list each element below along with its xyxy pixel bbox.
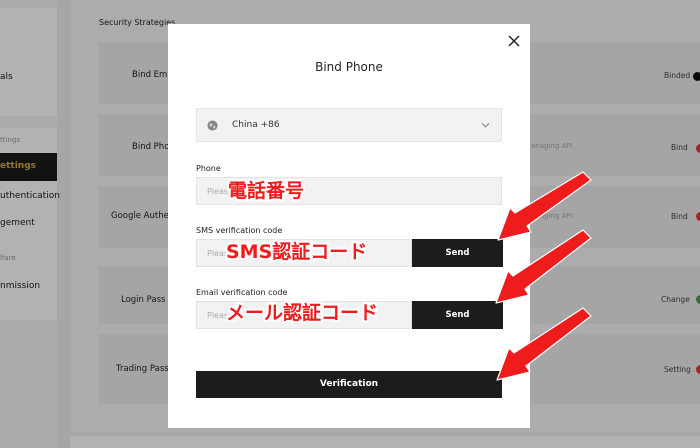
close-icon (508, 35, 520, 47)
country-value: China +86 (232, 120, 280, 130)
bind-phone-modal: Bind Phone China +86 Phone SMS verificat… (168, 24, 530, 428)
send-email-button[interactable]: Send (412, 301, 503, 329)
country-select[interactable]: China +86 (196, 108, 502, 142)
modal-title: Bind Phone (315, 60, 383, 74)
annotation-phone: 電話番号 (228, 180, 305, 202)
sms-code-label: SMS verification code (196, 226, 283, 235)
send-sms-button[interactable]: Send (412, 239, 503, 267)
globe-icon (207, 120, 218, 131)
email-code-label: Email verification code (196, 288, 288, 297)
phone-label: Phone (196, 164, 221, 173)
annotation-email: メール認証コード (226, 302, 379, 324)
chevron-down-icon (481, 122, 490, 128)
close-button[interactable] (506, 34, 522, 50)
verification-button[interactable]: Verification (196, 371, 502, 398)
annotation-sms: SMS認証コード (226, 241, 368, 263)
